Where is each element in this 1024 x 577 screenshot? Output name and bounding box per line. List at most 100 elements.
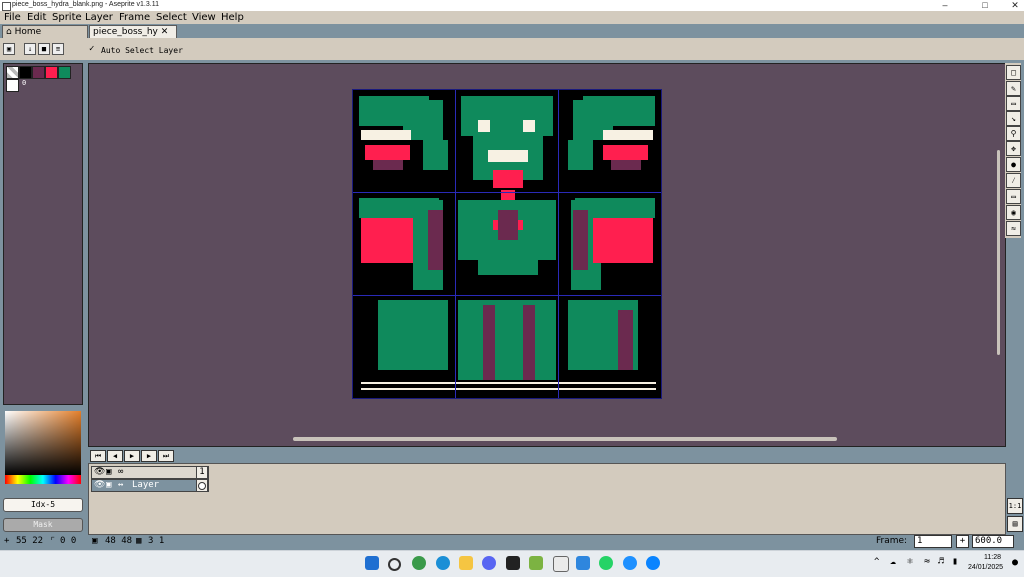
last-frame-icon[interactable]: ⏭ xyxy=(158,450,174,462)
blur-icon[interactable]: ◉ xyxy=(1006,205,1021,220)
zoom-icon[interactable]: ⚲ xyxy=(1006,126,1021,141)
menu-file[interactable]: File xyxy=(4,12,21,23)
sprite-pixel-block xyxy=(458,300,556,380)
tab-home[interactable]: ⌂ Home xyxy=(2,25,88,38)
sprite-pixel-block xyxy=(603,145,648,160)
tab-file[interactable]: piece_boss_hy ✕ xyxy=(89,25,177,38)
search-icon[interactable] xyxy=(388,558,401,571)
file-explorer-icon[interactable] xyxy=(459,556,473,570)
zoom-field[interactable]: 600.0 xyxy=(972,535,1014,548)
sprite-canvas[interactable] xyxy=(352,89,662,399)
checkmark-icon[interactable]: ✓ xyxy=(89,44,94,54)
sprite-pixel-block xyxy=(488,150,528,162)
eyedropper-icon[interactable]: ↘ xyxy=(1006,111,1021,126)
cloud-icon[interactable]: ☁ xyxy=(890,556,896,567)
layer-lock-icon[interactable]: ▣ xyxy=(106,480,111,490)
menu-frame[interactable]: Frame xyxy=(119,12,150,23)
menu-view[interactable]: View xyxy=(192,12,216,23)
sprite-pixel-block xyxy=(493,170,523,188)
palette-swatch[interactable] xyxy=(45,66,58,79)
fill-icon[interactable]: ● xyxy=(1006,157,1021,172)
maximize-button[interactable]: □ xyxy=(970,0,1000,11)
pencil-icon[interactable]: ✎ xyxy=(1006,81,1021,96)
mask-button[interactable]: Mask xyxy=(3,518,83,532)
palette-swatch[interactable] xyxy=(32,66,45,79)
menu-sprite[interactable]: Sprite xyxy=(52,12,82,23)
move-icon[interactable]: ✥ xyxy=(1006,141,1021,156)
fg-color-swatch[interactable] xyxy=(6,79,19,92)
app-blue-icon[interactable] xyxy=(576,556,590,570)
tab-row: ⌂ Home piece_boss_hy ✕ xyxy=(0,24,1024,38)
palette-swatch[interactable] xyxy=(58,66,71,79)
close-tab-icon[interactable]: ✕ xyxy=(161,27,169,37)
timeline-header-row: 👁 ▣ ∞ xyxy=(91,466,209,479)
sprite-pixel-block xyxy=(523,305,535,380)
cel-cell[interactable] xyxy=(196,479,208,492)
aseprite-icon[interactable] xyxy=(553,556,569,572)
list-icon[interactable]: ≡ xyxy=(52,43,64,55)
color-picker[interactable] xyxy=(5,411,81,475)
hue-slider[interactable] xyxy=(5,475,81,484)
sprite-pixel-block xyxy=(361,218,421,263)
clock-time[interactable]: 11:28 xyxy=(984,554,1001,561)
frame-field[interactable]: 1 xyxy=(914,535,952,548)
tray-app-icon[interactable]: ⚛ xyxy=(907,556,913,567)
vertical-scrollbar[interactable] xyxy=(997,150,1000,355)
app-circle-icon[interactable] xyxy=(646,556,660,570)
discord-icon[interactable] xyxy=(482,556,496,570)
sprite-pixel-block xyxy=(423,140,448,170)
lock-layer-icon[interactable]: ▣ xyxy=(106,467,111,477)
minimize-button[interactable]: – xyxy=(930,0,960,11)
move-down-icon[interactable]: ↓ xyxy=(24,43,36,55)
close-window-button[interactable]: ✕ xyxy=(1000,0,1024,11)
marquee-icon[interactable]: □ xyxy=(1006,65,1021,80)
continuous-icon[interactable]: ∞ xyxy=(118,467,123,477)
app-info-icon[interactable] xyxy=(623,556,637,570)
grid-line xyxy=(455,90,456,398)
app-green-icon[interactable] xyxy=(412,556,426,570)
menu-help[interactable]: Help xyxy=(221,12,244,23)
menu-layer[interactable]: Layer xyxy=(85,12,113,23)
notification-icon[interactable]: ● xyxy=(1012,557,1018,568)
app-dark-icon[interactable] xyxy=(506,556,520,570)
next-frame-icon[interactable]: ▶ xyxy=(141,450,157,462)
tray-chevron-icon[interactable]: ^ xyxy=(874,557,879,567)
clock-date[interactable]: 24/01/2025 xyxy=(968,564,1003,571)
home-icon: ⌂ xyxy=(6,27,12,37)
battery-icon[interactable]: ▮ xyxy=(952,556,958,567)
zoom-one-to-one-button[interactable]: 1:1 xyxy=(1007,498,1023,514)
first-frame-icon[interactable]: ⏮ xyxy=(90,450,106,462)
start-icon[interactable] xyxy=(365,556,379,570)
layer-icon[interactable]: ■ xyxy=(38,43,50,55)
palette-swatch[interactable] xyxy=(19,66,32,79)
horizontal-scrollbar[interactable] xyxy=(293,437,837,441)
sprite-pixel-block xyxy=(483,305,495,380)
eraser-icon[interactable]: ▭ xyxy=(1006,96,1021,111)
layer-visibility-icon[interactable]: 👁 xyxy=(94,480,105,490)
edge-icon[interactable] xyxy=(436,556,450,570)
cel-dot-icon xyxy=(198,482,206,490)
visibility-icon[interactable]: 👁 xyxy=(94,467,105,477)
app-leaf-icon[interactable] xyxy=(529,556,543,570)
whatsapp-icon[interactable] xyxy=(599,556,613,570)
layer-row[interactable]: 👁 ▣ ↔ Layer xyxy=(91,479,209,492)
contour-icon[interactable]: ≈ xyxy=(1006,221,1021,236)
volume-icon[interactable]: ♬ xyxy=(938,556,944,567)
frame-header[interactable]: 1 xyxy=(196,466,208,479)
transparent-swatch[interactable] xyxy=(6,66,19,79)
play-icon[interactable]: ▶ xyxy=(124,450,140,462)
new-frame-icon[interactable]: + xyxy=(956,535,969,548)
lock-icon[interactable]: ▣ xyxy=(3,43,15,55)
sprite-pixel-block xyxy=(373,160,403,170)
menu-edit[interactable]: Edit xyxy=(27,12,46,23)
rectangle-icon[interactable]: ▭ xyxy=(1006,189,1021,204)
layer-name[interactable]: Layer xyxy=(132,480,159,490)
layer-continuous-icon[interactable]: ↔ xyxy=(118,480,123,490)
line-icon[interactable]: ⁄ xyxy=(1006,173,1021,188)
timeline-toggle-icon[interactable]: ▤ xyxy=(1007,516,1023,532)
menu-select[interactable]: Select xyxy=(156,12,187,23)
cursor-position: 55 22 xyxy=(16,536,44,546)
prev-frame-icon[interactable]: ◀ xyxy=(107,450,123,462)
fg-index-field[interactable]: Idx-5 xyxy=(3,498,83,512)
wifi-icon[interactable]: ≈ xyxy=(924,556,930,567)
